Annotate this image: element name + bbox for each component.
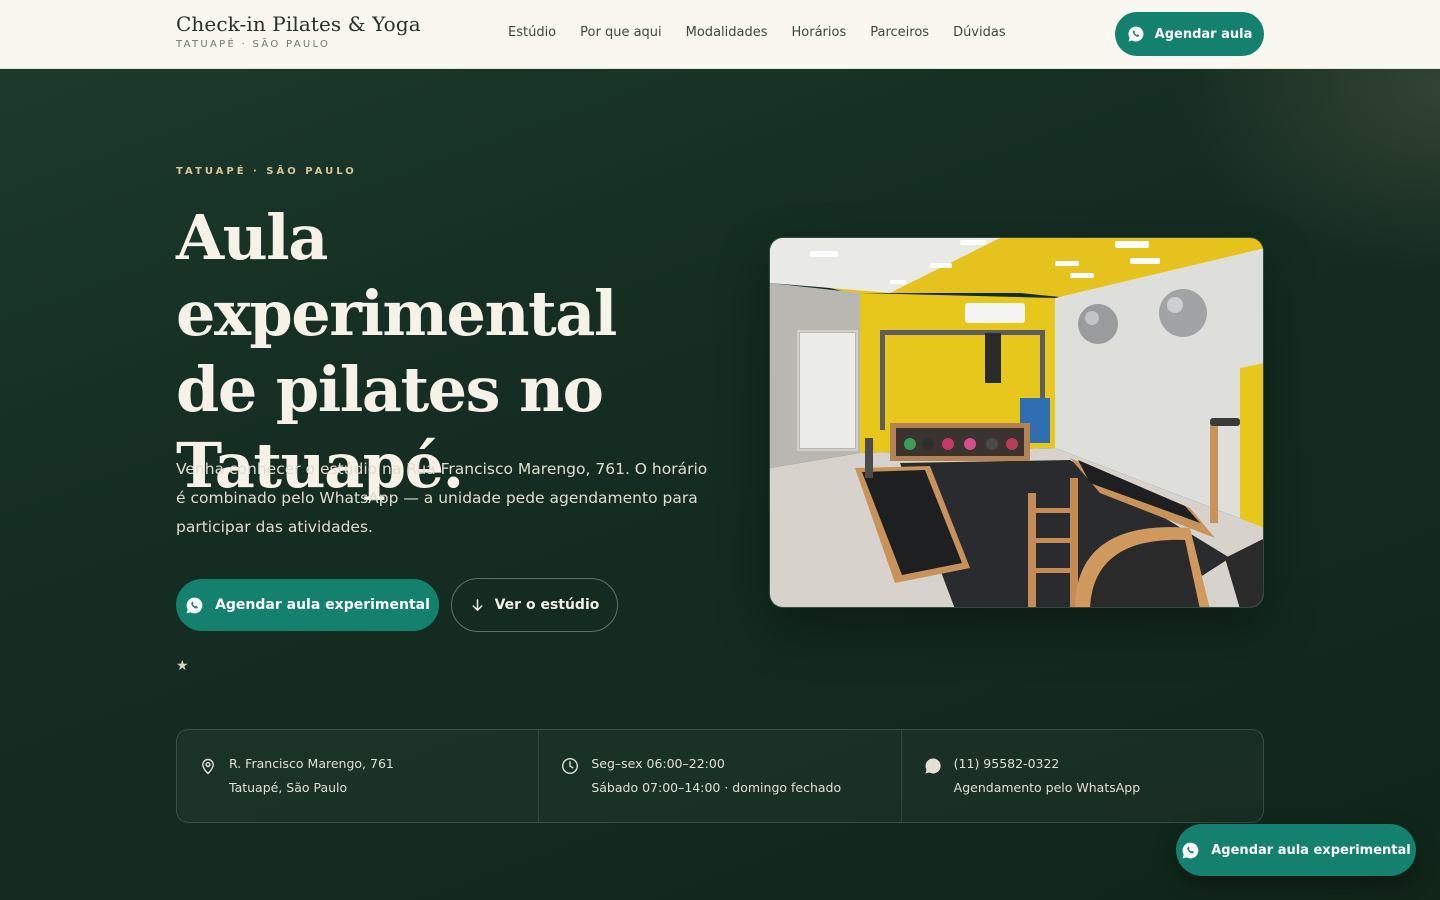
view-studio-label: Ver o estúdio <box>494 597 600 613</box>
hero-title-line-2: de pilates no <box>176 353 604 426</box>
view-studio-button[interactable]: Ver o estúdio <box>451 578 618 632</box>
header-schedule-label: Agendar aula <box>1154 26 1253 42</box>
address-line-2: Tatuapé, São Paulo <box>229 780 348 795</box>
brand-location: TATUAPÉ · SÃO PAULO <box>176 39 331 50</box>
studio-photo <box>769 237 1264 608</box>
floating-schedule-button[interactable]: Agendar aula experimental <box>1176 824 1416 876</box>
info-bar: R. Francisco Marengo, 761 Tatuapé, São P… <box>176 729 1264 823</box>
nav-link-por-que-aqui[interactable]: Por que aqui <box>580 25 662 41</box>
star-icon: ★ <box>176 657 189 673</box>
brand-logo[interactable]: Check-in Pilates & Yoga TATUAPÉ · SÃO PA… <box>176 12 421 50</box>
hero-title-line-1: Aula experimental <box>176 201 617 350</box>
nav-link-parceiros[interactable]: Parceiros <box>870 25 929 41</box>
map-pin-icon <box>202 758 214 775</box>
floating-schedule-label: Agendar aula experimental <box>1211 842 1411 858</box>
whatsapp-icon <box>186 597 203 613</box>
contact-note: Agendamento pelo WhatsApp <box>953 780 1141 795</box>
site-header: Check-in Pilates & Yoga TATUAPÉ · SÃO PA… <box>0 0 1440 69</box>
arrow-down-icon <box>472 598 483 611</box>
main-nav: Estúdio Por que aqui Modalidades Horário… <box>508 25 1006 41</box>
schedule-trial-button[interactable]: Agendar aula experimental <box>176 579 439 631</box>
nav-link-estudio[interactable]: Estúdio <box>508 25 556 41</box>
brand-name: Check-in Pilates & Yoga <box>176 12 421 36</box>
nav-link-modalidades[interactable]: Modalidades <box>686 25 768 41</box>
contact-phone[interactable]: (11) 95582-0322 <box>954 752 1263 776</box>
clock-icon <box>562 757 579 775</box>
info-contact: (11) 95582-0322 Agendamento pelo WhatsAp… <box>902 730 1263 822</box>
nav-link-duvidas[interactable]: Dúvidas <box>953 25 1006 41</box>
hero-kicker: TATUAPÉ · SÃO PAULO <box>176 166 357 177</box>
chat-bubble-icon <box>925 758 941 774</box>
hours-weekend: Sábado 07:00–14:00 · domingo fechado <box>591 780 842 795</box>
info-address: R. Francisco Marengo, 761 Tatuapé, São P… <box>177 730 540 822</box>
whatsapp-icon <box>1128 26 1144 42</box>
header-schedule-button[interactable]: Agendar aula <box>1115 12 1264 56</box>
hero-lead: Venha conhecer o estúdio na Rua Francisc… <box>176 460 708 536</box>
schedule-trial-label: Agendar aula experimental <box>215 597 430 613</box>
nav-link-horarios[interactable]: Horários <box>792 25 847 41</box>
info-hours: Seg–sex 06:00–22:00 Sábado 07:00–14:00 ·… <box>539 730 902 822</box>
whatsapp-icon <box>1182 842 1199 858</box>
address-line-1: R. Francisco Marengo, 761 <box>229 756 394 771</box>
hours-weekdays: Seg–sex 06:00–22:00 <box>591 756 725 771</box>
